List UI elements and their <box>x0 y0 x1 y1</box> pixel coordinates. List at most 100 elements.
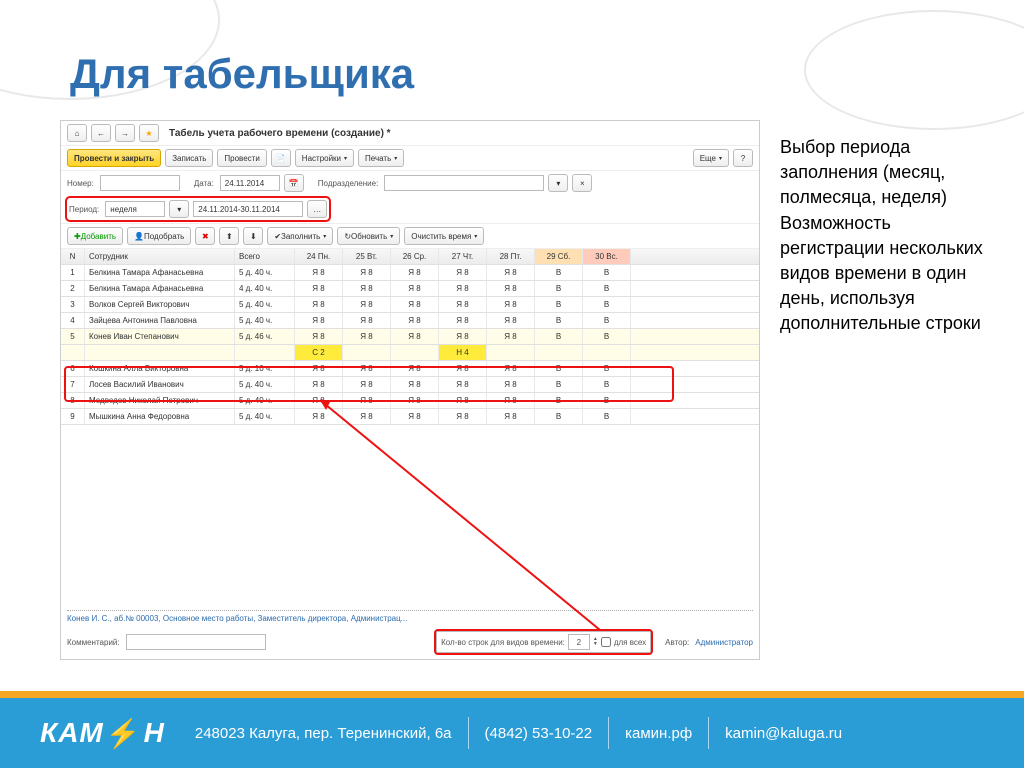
dept-select-icon[interactable]: ▾ <box>548 174 568 192</box>
cell-day[interactable]: Я 8 <box>439 409 487 424</box>
cell-day[interactable]: Я 8 <box>487 265 535 280</box>
cell-day[interactable]: Я 8 <box>487 409 535 424</box>
cell-day[interactable]: Я 8 <box>439 313 487 328</box>
cell-day[interactable]: Я 8 <box>295 409 343 424</box>
period-range[interactable]: 24.11.2014-30.11.2014 <box>193 201 303 217</box>
save-close-button[interactable]: Провести и закрыть <box>67 149 161 167</box>
cell-day[interactable]: В <box>535 361 583 376</box>
cell-day[interactable]: Я 8 <box>391 361 439 376</box>
date-input[interactable]: 24.11.2014 <box>220 175 280 191</box>
cell-day[interactable] <box>583 345 631 360</box>
add-button[interactable]: ✚ Добавить <box>67 227 123 245</box>
help-button[interactable]: ? <box>733 149 753 167</box>
forall-checkbox[interactable] <box>601 637 611 647</box>
cell-day[interactable]: Я 8 <box>391 281 439 296</box>
cell-day[interactable]: Я 8 <box>487 361 535 376</box>
table-row[interactable]: 5Конев Иван Степанович5 д. 46 ч.Я 8Я 8Я … <box>61 329 759 345</box>
period-select[interactable]: неделя <box>105 201 165 217</box>
cell-day[interactable]: Я 8 <box>391 313 439 328</box>
cell-day[interactable]: Я 8 <box>295 329 343 344</box>
table-row[interactable]: 1Белкина Тамара Афанасьевна5 д. 40 ч.Я 8… <box>61 265 759 281</box>
cell-day[interactable]: В <box>583 297 631 312</box>
cell-day[interactable]: Я 8 <box>439 361 487 376</box>
refresh-button[interactable]: ↻ Обновить <box>337 227 400 245</box>
clear-time-button[interactable]: Очистить время <box>404 227 484 245</box>
cell-day[interactable]: Я 8 <box>391 377 439 392</box>
cell-day[interactable]: Я 8 <box>343 361 391 376</box>
table-row[interactable]: 6Кошкина Алла Викторовна5 д. 10 ч.Я 8Я 8… <box>61 361 759 377</box>
cell-day[interactable]: Я 8 <box>295 265 343 280</box>
cell-day[interactable]: В <box>535 297 583 312</box>
cell-day[interactable]: Я 8 <box>439 393 487 408</box>
dept-input[interactable] <box>384 175 544 191</box>
cell-day[interactable]: Я 8 <box>487 281 535 296</box>
cell-day[interactable]: Я 8 <box>295 281 343 296</box>
table-subrow[interactable]: С 2 Н 4 <box>61 345 759 361</box>
cell-day[interactable] <box>487 345 535 360</box>
cell-day[interactable]: В <box>535 265 583 280</box>
cell-day[interactable]: Я 8 <box>487 329 535 344</box>
table-row[interactable]: 9Мышкина Анна Федоровна5 д. 40 ч.Я 8Я 8Я… <box>61 409 759 425</box>
cell-day[interactable]: Я 8 <box>343 281 391 296</box>
cell-day[interactable]: Я 8 <box>487 393 535 408</box>
cell-day[interactable] <box>343 345 391 360</box>
cell-day[interactable]: Я 8 <box>295 377 343 392</box>
home-button[interactable]: ⌂ <box>67 124 87 142</box>
period-dropdown-icon[interactable]: ▾ <box>169 200 189 218</box>
down-button[interactable]: ⬇ <box>243 227 263 245</box>
cell-day[interactable]: Я 8 <box>487 377 535 392</box>
table-row[interactable]: 4Зайцева Антонина Павловна5 д. 40 ч.Я 8Я… <box>61 313 759 329</box>
cell-day[interactable]: Я 8 <box>487 297 535 312</box>
period-picker-icon[interactable]: … <box>307 200 327 218</box>
cell-day[interactable]: Я 8 <box>343 297 391 312</box>
comment-input[interactable] <box>126 634 266 650</box>
cell-day[interactable]: Я 8 <box>439 281 487 296</box>
cell-day[interactable]: Я 8 <box>343 409 391 424</box>
cell-day[interactable]: Я 8 <box>439 329 487 344</box>
cell-day[interactable]: В <box>535 409 583 424</box>
cell-day[interactable]: В <box>535 313 583 328</box>
cell-day[interactable]: Я 8 <box>487 313 535 328</box>
cell-day[interactable]: Я 8 <box>439 265 487 280</box>
table-row[interactable]: 2Белкина Тамара Афанасьевна4 д. 40 ч.Я 8… <box>61 281 759 297</box>
cell-day[interactable]: Я 8 <box>295 313 343 328</box>
cell-day[interactable]: Я 8 <box>343 313 391 328</box>
table-row[interactable]: 7Лосев Василий Иванович5 д. 40 ч.Я 8Я 8Я… <box>61 377 759 393</box>
forward-button[interactable]: → <box>115 124 135 142</box>
save-button[interactable]: Записать <box>165 149 213 167</box>
pick-button[interactable]: 👤 Подобрать <box>127 227 191 245</box>
cell-day[interactable]: Я 8 <box>439 297 487 312</box>
cell-day[interactable]: Я 8 <box>343 393 391 408</box>
cell-day[interactable]: В <box>535 377 583 392</box>
back-button[interactable]: ← <box>91 124 111 142</box>
cell-day[interactable]: В <box>583 393 631 408</box>
cell-day[interactable]: В <box>583 409 631 424</box>
print-button[interactable]: Печать <box>358 149 404 167</box>
doc-button[interactable]: 📄 <box>271 149 291 167</box>
cell-day[interactable]: Я 8 <box>439 377 487 392</box>
cell-day[interactable]: Я 8 <box>295 297 343 312</box>
number-input[interactable] <box>100 175 180 191</box>
cell-day[interactable]: В <box>583 329 631 344</box>
settings-button[interactable]: Настройки <box>295 149 354 167</box>
post-button[interactable]: Провести <box>217 149 266 167</box>
cell-day[interactable]: Я 8 <box>343 377 391 392</box>
cell-day[interactable]: С 2 <box>295 345 343 360</box>
cell-day[interactable] <box>535 345 583 360</box>
cell-day[interactable]: В <box>535 393 583 408</box>
fill-button[interactable]: ✔ Заполнить <box>267 227 333 245</box>
cell-day[interactable]: Я 8 <box>295 361 343 376</box>
cell-day[interactable]: Я 8 <box>391 297 439 312</box>
cell-day[interactable]: В <box>583 377 631 392</box>
delete-button[interactable]: ✖ <box>195 227 215 245</box>
favorite-button[interactable]: ★ <box>139 124 159 142</box>
dept-clear-icon[interactable]: × <box>572 174 592 192</box>
table-row[interactable]: 8Медведев Николай Петрович5 д. 40 ч.Я 8Я… <box>61 393 759 409</box>
cell-day[interactable]: Я 8 <box>343 329 391 344</box>
rows-count-input[interactable]: 2 <box>568 634 590 650</box>
cell-day[interactable]: Н 4 <box>439 345 487 360</box>
up-button[interactable]: ⬆ <box>219 227 239 245</box>
cell-day[interactable] <box>391 345 439 360</box>
cell-day[interactable]: Я 8 <box>391 265 439 280</box>
cell-day[interactable]: Я 8 <box>391 329 439 344</box>
